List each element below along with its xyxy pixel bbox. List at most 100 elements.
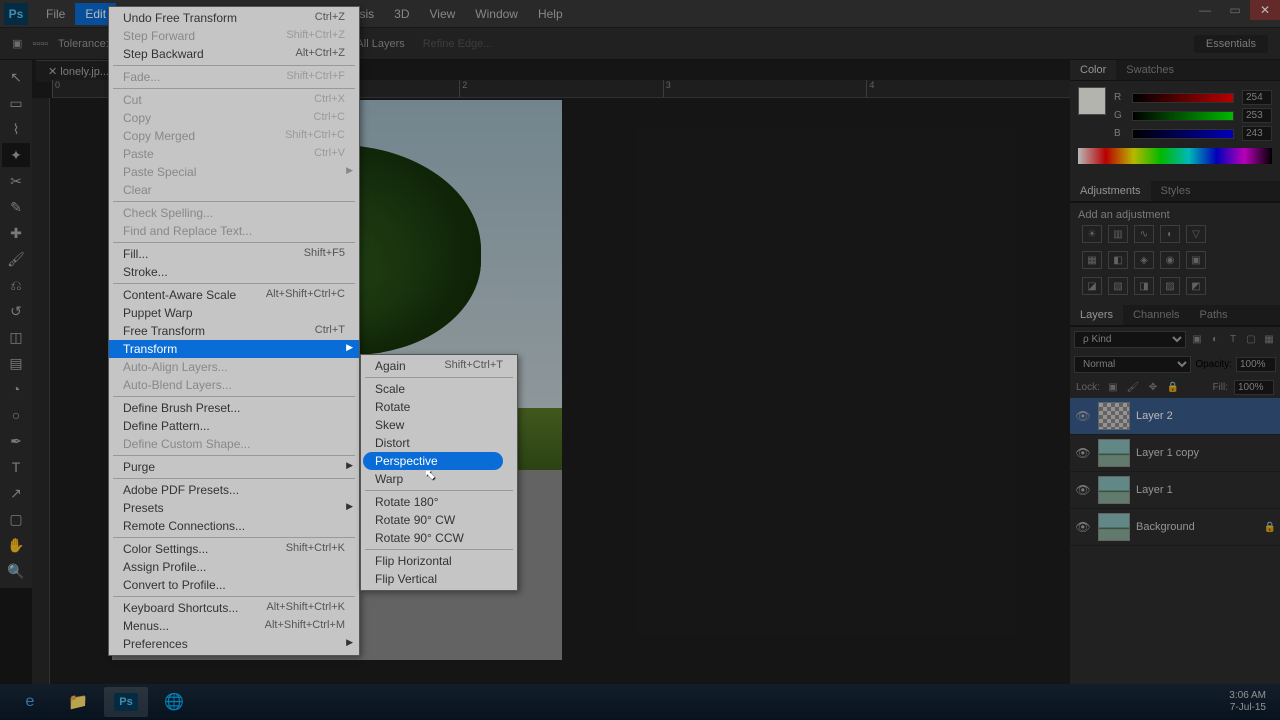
green-value[interactable]: 253: [1242, 108, 1272, 123]
visibility-icon[interactable]: 👁: [1074, 409, 1092, 423]
filter-pixel-icon[interactable]: ▣: [1190, 333, 1204, 347]
eraser-tool-icon[interactable]: ◫: [2, 325, 30, 349]
layer-name[interactable]: Layer 1 copy: [1136, 447, 1199, 459]
menu-item-keyboard-shortcuts-[interactable]: Keyboard Shortcuts...Alt+Shift+Ctrl+K: [109, 599, 359, 617]
menu-item-content-aware-scale[interactable]: Content-Aware ScaleAlt+Shift+Ctrl+C: [109, 286, 359, 304]
layer-row[interactable]: 👁 Layer 1 copy: [1070, 435, 1280, 472]
filter-shape-icon[interactable]: ▢: [1244, 333, 1258, 347]
invert-icon[interactable]: ◪: [1082, 277, 1102, 295]
menu-item-adobe-pdf-presets-[interactable]: Adobe PDF Presets...: [109, 481, 359, 499]
submenu-item-rotate-180-[interactable]: Rotate 180°: [361, 493, 517, 511]
lock-all-icon[interactable]: 🔒: [1166, 381, 1180, 395]
maximize-button[interactable]: ▭: [1220, 0, 1250, 20]
lock-trans-icon[interactable]: ▣: [1106, 381, 1120, 395]
menu-item-fill-[interactable]: Fill...Shift+F5: [109, 245, 359, 263]
tab-swatches[interactable]: Swatches: [1116, 60, 1184, 80]
tab-channels[interactable]: Channels: [1123, 305, 1189, 325]
tab-paths[interactable]: Paths: [1190, 305, 1238, 325]
menu-item-transform[interactable]: Transform▶: [109, 340, 359, 358]
menu-item-color-settings-[interactable]: Color Settings...Shift+Ctrl+K: [109, 540, 359, 558]
eyedropper-tool-icon[interactable]: ✎: [2, 195, 30, 219]
tab-styles[interactable]: Styles: [1151, 181, 1201, 201]
menu-window[interactable]: Window: [465, 3, 528, 25]
submenu-item-distort[interactable]: Distort: [361, 434, 517, 452]
heal-tool-icon[interactable]: ✚: [2, 221, 30, 245]
blend-mode-select[interactable]: Normal: [1074, 356, 1191, 373]
submenu-item-rotate-90-cw[interactable]: Rotate 90° CW: [361, 511, 517, 529]
red-slider[interactable]: [1132, 93, 1234, 103]
lock-pixel-icon[interactable]: 🖌: [1126, 381, 1140, 395]
menu-item-stroke-[interactable]: Stroke...: [109, 263, 359, 281]
menu-item-preferences[interactable]: Preferences▶: [109, 635, 359, 653]
pen-tool-icon[interactable]: ✒: [2, 429, 30, 453]
visibility-icon[interactable]: 👁: [1074, 520, 1092, 534]
layer-thumbnail[interactable]: [1098, 476, 1130, 504]
layer-thumbnail[interactable]: [1098, 402, 1130, 430]
blue-slider[interactable]: [1132, 129, 1234, 139]
submenu-item-flip-vertical[interactable]: Flip Vertical: [361, 570, 517, 588]
green-slider[interactable]: [1132, 111, 1234, 121]
levels-icon[interactable]: ▥: [1108, 225, 1128, 243]
layer-name[interactable]: Layer 1: [1136, 484, 1173, 496]
blur-tool-icon[interactable]: ◔: [2, 377, 30, 401]
menu-item-define-pattern-[interactable]: Define Pattern...: [109, 417, 359, 435]
layer-name[interactable]: Layer 2: [1136, 410, 1173, 422]
channel-mixer-icon[interactable]: ◉: [1160, 251, 1180, 269]
red-value[interactable]: 254: [1242, 90, 1272, 105]
menu-item-remote-connections-[interactable]: Remote Connections...: [109, 517, 359, 535]
path-tool-icon[interactable]: ↗: [2, 481, 30, 505]
menu-item-menus-[interactable]: Menus...Alt+Shift+Ctrl+M: [109, 617, 359, 635]
curves-icon[interactable]: ∿: [1134, 225, 1154, 243]
menu-item-convert-to-profile-[interactable]: Convert to Profile...: [109, 576, 359, 594]
stamp-tool-icon[interactable]: ⎌: [2, 273, 30, 297]
submenu-item-skew[interactable]: Skew: [361, 416, 517, 434]
lasso-tool-icon[interactable]: ⌇: [2, 117, 30, 141]
filter-adjust-icon[interactable]: ◐: [1208, 333, 1222, 347]
posterize-icon[interactable]: ▧: [1108, 277, 1128, 295]
menu-view[interactable]: View: [419, 3, 465, 25]
marquee-tool-icon[interactable]: ▭: [2, 91, 30, 115]
tab-layers[interactable]: Layers: [1070, 305, 1123, 325]
menu-item-presets[interactable]: Presets▶: [109, 499, 359, 517]
ie-icon[interactable]: e: [8, 687, 52, 717]
foreground-color-swatch[interactable]: [1078, 87, 1106, 115]
menu-item-define-brush-preset-[interactable]: Define Brush Preset...: [109, 399, 359, 417]
menu-file[interactable]: File: [36, 3, 75, 25]
visibility-icon[interactable]: 👁: [1074, 446, 1092, 460]
explorer-icon[interactable]: 📁: [56, 687, 100, 717]
lookup-icon[interactable]: ▣: [1186, 251, 1206, 269]
crop-tool-icon[interactable]: ✂: [2, 169, 30, 193]
hue-icon[interactable]: ▦: [1082, 251, 1102, 269]
menu-item-puppet-warp[interactable]: Puppet Warp: [109, 304, 359, 322]
filter-type-icon[interactable]: T: [1226, 333, 1240, 347]
dodge-tool-icon[interactable]: ○: [2, 403, 30, 427]
layer-name[interactable]: Background: [1136, 521, 1195, 533]
move-tool-icon[interactable]: ↖: [2, 65, 30, 89]
submenu-item-rotate-90-ccw[interactable]: Rotate 90° CCW: [361, 529, 517, 547]
vibrance-icon[interactable]: ▽: [1186, 225, 1206, 243]
layer-row[interactable]: 👁 Layer 1: [1070, 472, 1280, 509]
menu-item-free-transform[interactable]: Free TransformCtrl+T: [109, 322, 359, 340]
tab-color[interactable]: Color: [1070, 60, 1116, 80]
refine-edge-button[interactable]: Refine Edge...: [415, 36, 501, 52]
close-button[interactable]: ✕: [1250, 0, 1280, 20]
type-tool-icon[interactable]: T: [2, 455, 30, 479]
shape-tool-icon[interactable]: ▢: [2, 507, 30, 531]
menu-help[interactable]: Help: [528, 3, 573, 25]
blue-value[interactable]: 243: [1242, 126, 1272, 141]
gradient-tool-icon[interactable]: ▤: [2, 351, 30, 375]
wand-tool-icon[interactable]: ✦: [2, 143, 30, 167]
layer-filter-select[interactable]: ρ Kind: [1074, 331, 1186, 348]
system-clock[interactable]: 3:06 AM 7-Jul-15: [1229, 690, 1274, 714]
submenu-item-warp[interactable]: Warp: [361, 470, 517, 488]
submenu-item-again[interactable]: AgainShift+Ctrl+T: [361, 357, 517, 375]
submenu-item-perspective[interactable]: Perspective: [361, 452, 517, 470]
layer-thumbnail[interactable]: [1098, 513, 1130, 541]
gradient-map-icon[interactable]: ▨: [1160, 277, 1180, 295]
exposure-icon[interactable]: ◐: [1160, 225, 1180, 243]
threshold-icon[interactable]: ◨: [1134, 277, 1154, 295]
bw-icon[interactable]: ◧: [1108, 251, 1128, 269]
visibility-icon[interactable]: 👁: [1074, 483, 1092, 497]
minimize-button[interactable]: —: [1190, 0, 1220, 20]
menu-item-purge[interactable]: Purge▶: [109, 458, 359, 476]
